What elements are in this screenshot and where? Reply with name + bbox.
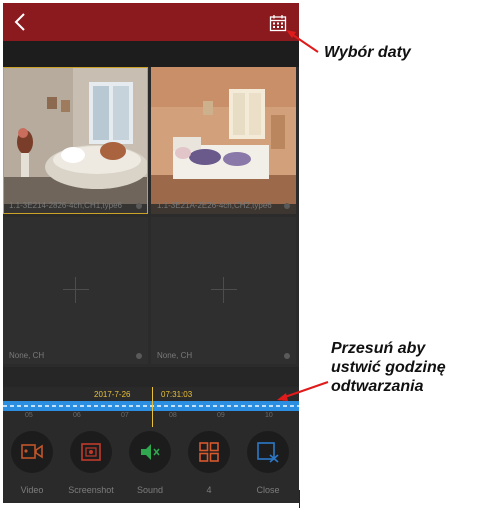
- annotation-timeline: Przesuń aby ustwić godzinę odtwarzania: [331, 339, 446, 396]
- annotation-date-picker: Wybór daty: [324, 44, 411, 61]
- annotation-timeline-line2: ustwić godzinę: [331, 359, 446, 376]
- text-cursor: [299, 490, 300, 508]
- annotation-arrows: [277, 30, 329, 401]
- annotation-timeline-line3: odtwarzania: [331, 378, 424, 395]
- annotation-timeline-line1: Przesuń aby: [331, 340, 426, 357]
